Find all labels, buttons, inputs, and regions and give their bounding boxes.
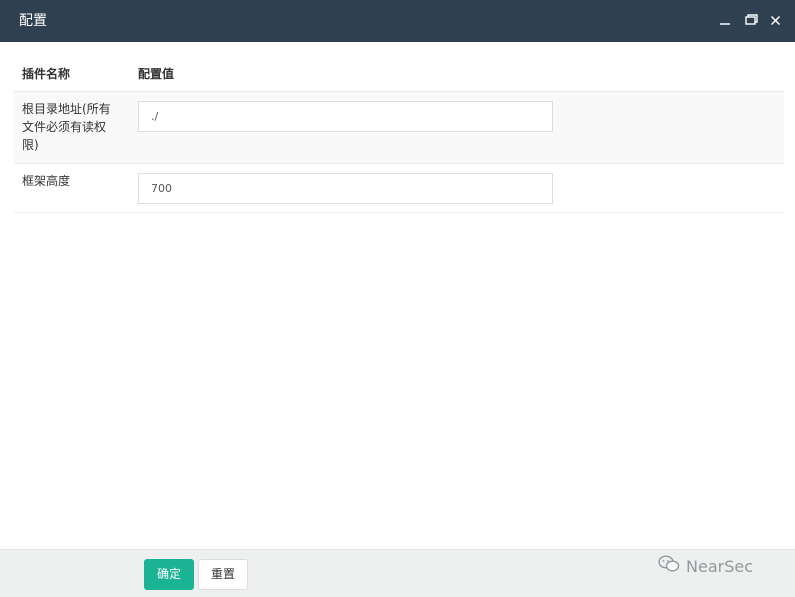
header-plugin-name: 插件名称 — [22, 67, 71, 81]
minimize-icon[interactable] — [716, 11, 734, 29]
wechat-icon — [658, 555, 680, 577]
row-label-frame-height: 框架高度 — [22, 174, 71, 188]
watermark-text: NearSec — [686, 556, 753, 576]
row-label-root-dir: 根目录地址(所有文件必须有读权限) — [22, 102, 111, 152]
table-row: 框架高度 — [14, 163, 784, 213]
close-icon[interactable] — [766, 11, 784, 29]
config-table: 插件名称 配置值 根目录地址(所有文件必须有读权限) 框架高度 — [14, 57, 784, 213]
table-header: 插件名称 配置值 — [14, 57, 784, 91]
title-bar[interactable]: 配置 — [0, 0, 795, 42]
config-dialog: 配置 插件名称 配置值 根目录地址(所有文件必须有读权限) 框架高 — [0, 0, 795, 597]
table-row: 根目录地址(所有文件必须有读权限) — [14, 91, 784, 163]
watermark: NearSec — [658, 555, 753, 577]
header-config-value: 配置值 — [138, 67, 175, 81]
root-dir-input[interactable] — [138, 101, 553, 132]
dialog-title: 配置 — [19, 13, 47, 29]
confirm-button[interactable]: 确定 — [144, 559, 194, 590]
reset-button[interactable]: 重置 — [198, 559, 248, 590]
frame-height-input[interactable] — [138, 173, 553, 204]
maximize-icon[interactable] — [742, 11, 760, 29]
